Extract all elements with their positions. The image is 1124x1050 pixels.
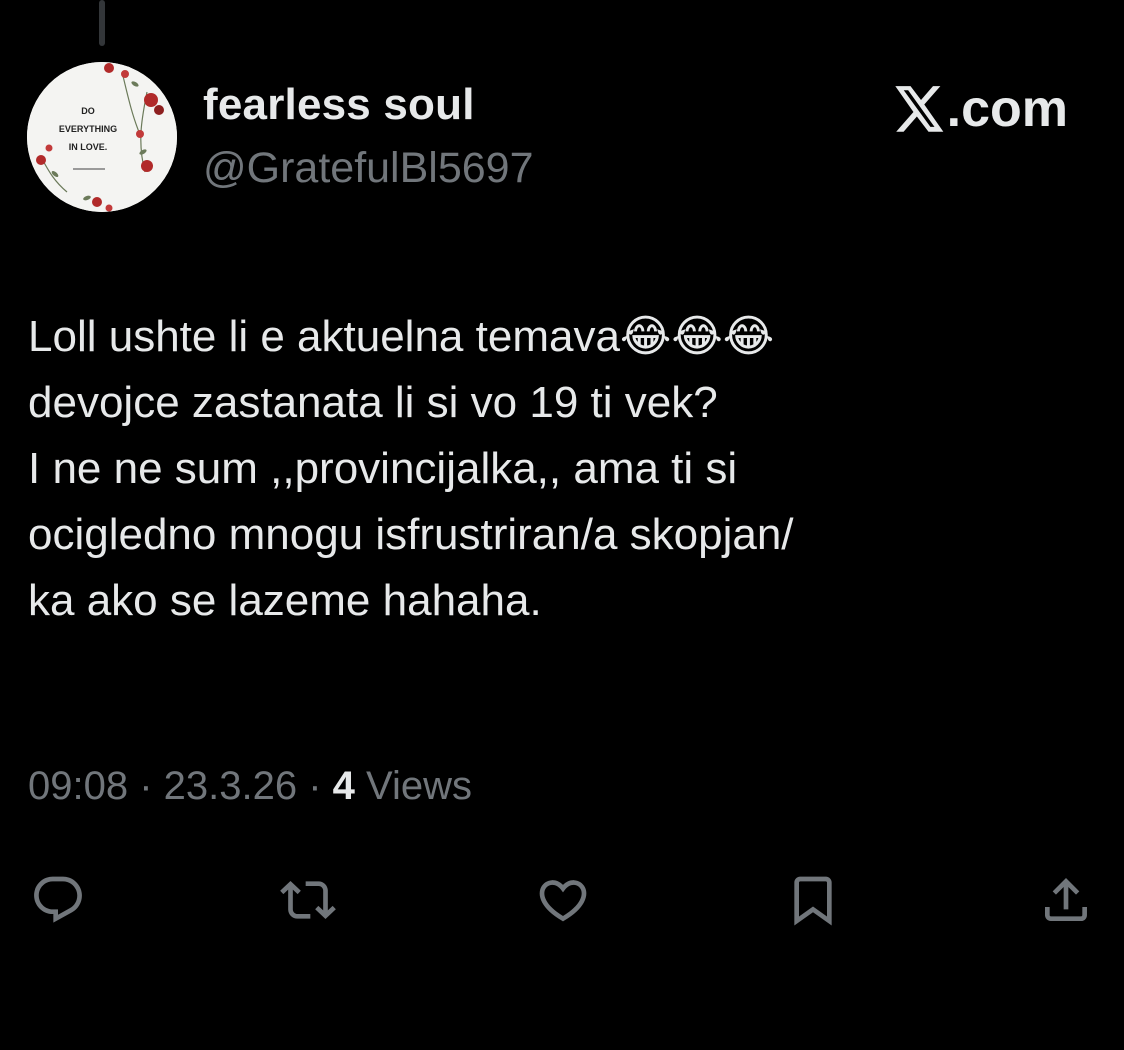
brand-label: .com — [946, 80, 1068, 138]
share-icon — [1045, 878, 1087, 921]
avatar-text-line2: EVERYTHING — [59, 124, 117, 134]
reply-icon — [34, 876, 82, 923]
views-count[interactable]: 4 — [333, 764, 355, 808]
reply-button[interactable] — [28, 872, 88, 928]
author-display-name[interactable]: fearless soul — [203, 80, 475, 130]
avatar-text-line3: IN LOVE. — [69, 142, 108, 152]
meta-separator: · — [297, 764, 333, 808]
like-button[interactable] — [533, 872, 593, 928]
tweet-time[interactable]: 09:08 — [28, 764, 128, 808]
retweet-button[interactable] — [278, 872, 338, 928]
tweet-text: Loll ushte li e aktuelna temava😂😂😂 devoj… — [28, 312, 794, 625]
avatar-text-line1: DO — [81, 106, 95, 116]
bookmark-button[interactable] — [783, 872, 843, 928]
author-handle[interactable]: @GratefulBl5697 — [203, 144, 534, 193]
tweet-date[interactable]: 23.3.26 — [164, 764, 297, 808]
thread-connector-line — [99, 0, 105, 46]
tweet-meta: 09:08 · 23.3.26 · 4 Views — [28, 764, 472, 809]
avatar-image: DO EVERYTHING IN LOVE. — [27, 62, 177, 212]
share-button[interactable] — [1036, 872, 1096, 928]
bookmark-icon — [794, 876, 832, 926]
brand-watermark: .com — [894, 80, 1068, 138]
avatar[interactable]: DO EVERYTHING IN LOVE. — [27, 62, 177, 212]
x-logo-icon — [894, 86, 943, 132]
retweet-icon — [280, 881, 336, 919]
meta-separator: · — [128, 764, 164, 808]
like-icon — [539, 880, 587, 922]
tweet-action-bar — [28, 872, 1096, 928]
views-label[interactable]: Views — [355, 764, 472, 808]
